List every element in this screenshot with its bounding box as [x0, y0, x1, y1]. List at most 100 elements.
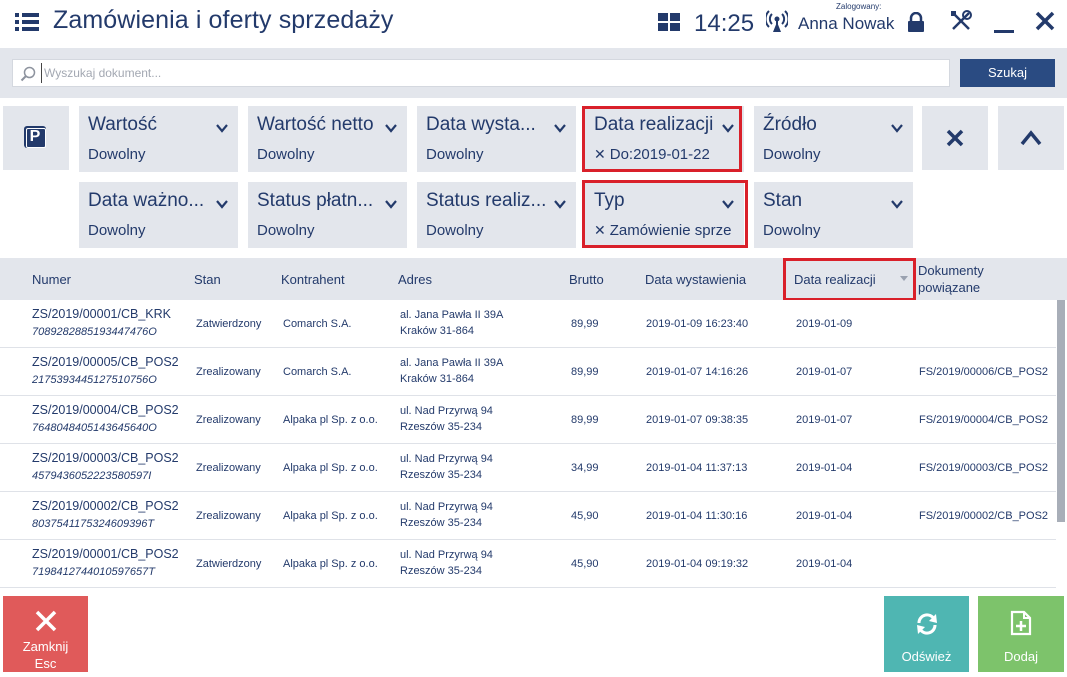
- close-button-label-container: Zamknij Esc: [3, 638, 88, 672]
- clock: 14:25: [694, 10, 755, 37]
- highlight-frame: [582, 180, 748, 248]
- parking-button[interactable]: P: [3, 106, 69, 170]
- filter-zrodlo[interactable]: Źródło Dowolny: [754, 106, 913, 172]
- filter-status-realizacji[interactable]: Status realiz... Dowolny: [417, 182, 576, 248]
- refresh-button-label: Odśwież: [901, 649, 952, 664]
- search-field[interactable]: [12, 59, 950, 87]
- add-button[interactable]: Dodaj: [978, 596, 1064, 672]
- filter-label: Wartość netto: [257, 114, 374, 135]
- lock-icon[interactable]: [906, 12, 926, 32]
- filter-label: Wartość: [88, 114, 157, 135]
- cell-kontrahent: Alpaka pl Sp. z o.o.: [283, 462, 378, 474]
- filter-label: Stan: [763, 190, 803, 211]
- filter-value: Dowolny: [257, 222, 315, 239]
- table-row[interactable]: ZS/2019/00003/CB_POS2 457943605222358059…: [0, 444, 1056, 492]
- refresh-button[interactable]: Odśwież: [884, 596, 969, 672]
- filter-value: Dowolny: [763, 222, 821, 239]
- cell-kontrahent: Alpaka pl Sp. z o.o.: [283, 558, 378, 570]
- close-icon: [35, 610, 57, 632]
- cell-adres-line1: ul. Nad Przyrwą 94: [400, 453, 493, 465]
- cell-data-wystawienia: 2019-01-04 09:19:32: [646, 558, 749, 570]
- cell-kod: 7089282885193447476O: [32, 326, 157, 338]
- table-row[interactable]: ZS/2019/00005/CB_POS2 217539344512751075…: [0, 348, 1056, 396]
- refresh-icon: [917, 613, 937, 635]
- cell-dokumenty[interactable]: FS/2019/00002/CB_POS2: [919, 510, 1048, 522]
- filter-data-wystawienia[interactable]: Data wysta... Dowolny: [417, 106, 576, 172]
- table-row[interactable]: ZS/2019/00002/CB_POS2 803754117532460939…: [0, 492, 1056, 540]
- cell-numer: ZS/2019/00004/CB_POS2: [32, 403, 179, 417]
- cell-adres-line2: Rzeszów 35-234: [400, 565, 482, 577]
- cell-stan: Zrealizowany: [196, 366, 261, 378]
- clear-filters-button[interactable]: [922, 106, 988, 170]
- tools-icon[interactable]: [950, 10, 972, 32]
- chevron-down-icon: [385, 200, 397, 209]
- chevron-down-icon: [216, 124, 228, 133]
- table-row[interactable]: ZS/2019/00004/CB_POS2 764804840514364564…: [0, 396, 1056, 444]
- filter-wartosc[interactable]: Wartość Dowolny: [79, 106, 238, 172]
- filter-stan[interactable]: Stan Dowolny: [754, 182, 913, 248]
- column-header-adres[interactable]: Adres: [398, 272, 432, 287]
- cell-dokumenty[interactable]: FS/2019/00004/CB_POS2: [919, 414, 1048, 426]
- scrollbar-thumb[interactable]: [1057, 300, 1065, 522]
- close-icon[interactable]: [1035, 11, 1055, 31]
- cell-kod: 7198412744010597657T: [32, 566, 155, 578]
- filter-value: Dowolny: [257, 146, 315, 163]
- cell-adres-line2: Rzeszów 35-234: [400, 517, 482, 529]
- filter-data-waznosci[interactable]: Data ważno... Dowolny: [79, 182, 238, 248]
- column-header-dokumenty[interactable]: Dokumenty powiązane: [918, 262, 984, 296]
- search-input[interactable]: [41, 63, 941, 83]
- layout-grid-icon[interactable]: [658, 13, 680, 31]
- cell-numer: ZS/2019/00002/CB_POS2: [32, 499, 179, 513]
- cell-kod: 4579436052223580597I: [32, 470, 152, 482]
- cell-adres-line1: ul. Nad Przyrwą 94: [400, 549, 493, 561]
- cell-adres-line1: al. Jana Pawła II 39A: [400, 357, 504, 369]
- table-row[interactable]: ZS/2019/00001/CB_POS2 719841274401059765…: [0, 540, 1056, 588]
- vertical-scrollbar[interactable]: [1056, 300, 1067, 590]
- filter-value: Dowolny: [88, 146, 146, 163]
- cell-brutto: 89,99: [571, 318, 599, 330]
- cell-data-wystawienia: 2019-01-07 09:38:35: [646, 414, 749, 426]
- column-header-kontrahent[interactable]: Kontrahent: [281, 272, 345, 287]
- cell-stan: Zatwierdzony: [196, 318, 262, 330]
- column-header-brutto[interactable]: Brutto: [569, 272, 604, 287]
- column-header-stan[interactable]: Stan: [194, 272, 221, 287]
- cell-stan: Zrealizowany: [196, 462, 261, 474]
- cell-brutto: 45,90: [571, 558, 599, 570]
- cell-kod: 8037541175324609396T: [32, 518, 155, 530]
- collapse-icon: [1020, 130, 1042, 146]
- cell-numer: ZS/2019/00005/CB_POS2: [32, 355, 179, 369]
- cell-data-wystawienia: 2019-01-04 11:37:13: [646, 462, 748, 474]
- cell-brutto: 45,90: [571, 510, 599, 522]
- add-document-icon: [1010, 610, 1032, 636]
- filter-status-platnosci[interactable]: Status płatn... Dowolny: [248, 182, 407, 248]
- table-row[interactable]: ZS/2019/00001/CB_KRK 7089282885193447476…: [0, 300, 1056, 348]
- close-button[interactable]: Zamknij Esc: [3, 596, 88, 672]
- cell-kontrahent: Comarch S.A.: [283, 318, 352, 330]
- filter-label: Źródło: [763, 114, 817, 135]
- search-button[interactable]: Szukaj: [960, 59, 1055, 87]
- cell-data-wystawienia: 2019-01-09 16:23:40: [646, 318, 749, 330]
- menu-icon[interactable]: [15, 12, 39, 32]
- filter-value: Dowolny: [426, 146, 484, 163]
- cell-dokumenty[interactable]: FS/2019/00003/CB_POS2: [919, 462, 1048, 474]
- cell-stan: Zatwierdzony: [196, 558, 262, 570]
- filter-value: Dowolny: [426, 222, 484, 239]
- cell-kod: 2175393445127510756O: [32, 374, 157, 386]
- logged-in-label: Zalogowany:: [836, 2, 882, 11]
- chevron-down-icon: [891, 200, 903, 209]
- cell-adres-line1: ul. Nad Przyrwą 94: [400, 405, 493, 417]
- filter-wartosc-netto[interactable]: Wartość netto Dowolny: [248, 106, 407, 172]
- filter-label: Status płatn...: [257, 190, 374, 211]
- column-header-numer[interactable]: Numer: [32, 272, 71, 287]
- documents-table: ZS/2019/00001/CB_KRK 7089282885193447476…: [0, 300, 1056, 590]
- cell-dokumenty[interactable]: FS/2019/00006/CB_POS2: [919, 366, 1048, 378]
- close-button-label: Zamknij: [22, 639, 69, 654]
- cell-adres-line2: Kraków 31-864: [400, 373, 474, 385]
- minimize-icon[interactable]: [994, 30, 1014, 33]
- cell-adres-line2: Kraków 31-864: [400, 325, 474, 337]
- cell-numer: ZS/2019/00003/CB_POS2: [32, 451, 179, 465]
- cell-kontrahent: Comarch S.A.: [283, 366, 352, 378]
- collapse-filters-button[interactable]: [998, 106, 1064, 170]
- cell-adres-line2: Rzeszów 35-234: [400, 421, 482, 433]
- column-header-data-wystawienia[interactable]: Data wystawienia: [645, 272, 746, 287]
